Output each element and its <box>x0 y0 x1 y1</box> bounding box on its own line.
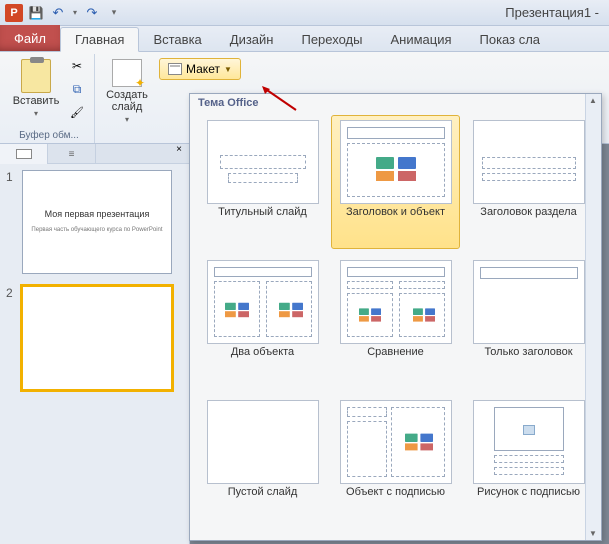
quick-access-toolbar: P ▾ ▾ <box>4 3 124 23</box>
layout-content-with-caption[interactable]: Объект с подписью <box>331 395 460 529</box>
layout-picture-with-caption[interactable]: Рисунок с подписью <box>464 395 593 529</box>
layout-label: Только заголовок <box>484 346 572 372</box>
layout-blank[interactable]: Пустой слайд <box>198 395 327 529</box>
new-slide-icon <box>112 59 142 87</box>
layout-gallery: Тема Office Титульный слайд Заголовок и … <box>189 93 602 541</box>
tab-design[interactable]: Дизайн <box>216 28 288 51</box>
undo-dropdown-icon[interactable]: ▾ <box>70 3 80 23</box>
tab-file[interactable]: Файл <box>0 25 60 51</box>
thumb-slide <box>22 286 172 390</box>
layout-two-content[interactable]: Два объекта <box>198 255 327 389</box>
qat-customize-icon[interactable]: ▾ <box>104 3 124 23</box>
layout-section-header[interactable]: Заголовок раздела <box>464 115 593 249</box>
tab-transitions[interactable]: Переходы <box>287 28 376 51</box>
title-bar: P ▾ ▾ Презентация1 - <box>0 0 609 26</box>
chevron-down-icon: ▾ <box>34 109 38 118</box>
layout-label: Сравнение <box>367 346 424 372</box>
clipboard-icon <box>21 59 51 93</box>
layout-title-and-content[interactable]: Заголовок и объект <box>331 115 460 249</box>
paste-button[interactable]: Вставить ▾ <box>10 56 62 121</box>
thumb-subtitle: Первая часть обучающего курса по PowerPo… <box>31 227 162 234</box>
thumbnail-2[interactable]: 2 <box>6 286 183 390</box>
format-painter-button[interactable] <box>66 102 88 122</box>
cut-button[interactable] <box>66 56 88 76</box>
copy-button[interactable] <box>66 79 88 99</box>
panel-tab-slides[interactable] <box>0 144 48 164</box>
panel-tab-outline[interactable]: ≡ <box>48 144 96 164</box>
thumbnails: 1 Моя первая презентация Первая часть об… <box>0 164 189 396</box>
group-clipboard: Вставить ▾ Буфер обм... <box>4 54 95 143</box>
layout-label: Объект с подписью <box>346 486 445 512</box>
window-title: Презентация1 - <box>124 5 605 20</box>
app-icon[interactable]: P <box>4 3 24 23</box>
layout-comparison[interactable]: Сравнение <box>331 255 460 389</box>
panel-close-icon[interactable]: × <box>169 144 189 163</box>
undo-icon[interactable] <box>48 3 68 23</box>
chevron-down-icon: ▼ <box>224 65 232 74</box>
new-slide-label: Создать слайд <box>106 89 148 113</box>
gallery-header: Тема Office <box>190 94 601 113</box>
layout-label: Два объекта <box>231 346 294 372</box>
tab-animation[interactable]: Анимация <box>376 28 465 51</box>
new-slide-button[interactable]: Создать слайд ▾ <box>101 56 153 127</box>
paste-label: Вставить <box>13 95 60 107</box>
layout-title-slide[interactable]: Титульный слайд <box>198 115 327 249</box>
tab-home[interactable]: Главная <box>60 27 139 52</box>
layout-label: Макет <box>186 62 220 76</box>
thumb-title: Моя первая презентация <box>45 209 150 219</box>
chevron-down-icon: ▾ <box>125 115 129 124</box>
layout-label: Пустой слайд <box>228 486 298 512</box>
tab-insert[interactable]: Вставка <box>139 28 215 51</box>
layout-label: Заголовок и объект <box>346 206 445 232</box>
ribbon-tabs: Файл Главная Вставка Дизайн Переходы Ани… <box>0 26 609 52</box>
gallery-scrollbar[interactable] <box>585 94 601 540</box>
group-clipboard-label: Буфер обм... <box>10 129 88 143</box>
thumb-number: 1 <box>6 170 16 274</box>
thumb-slide: Моя первая презентация Первая часть обуч… <box>22 170 172 274</box>
layout-label: Титульный слайд <box>218 206 307 232</box>
save-icon[interactable] <box>26 3 46 23</box>
layout-button[interactable]: Макет ▼ <box>159 58 241 80</box>
thumb-number: 2 <box>6 286 16 390</box>
layout-label: Заголовок раздела <box>480 206 576 232</box>
layout-title-only[interactable]: Только заголовок <box>464 255 593 389</box>
thumbnail-1[interactable]: 1 Моя первая презентация Первая часть об… <box>6 170 183 274</box>
layout-label: Рисунок с подписью <box>477 486 580 512</box>
panel-tabs: ≡ × <box>0 144 189 164</box>
slide-panel: ≡ × 1 Моя первая презентация Первая част… <box>0 144 190 544</box>
redo-icon[interactable] <box>82 3 102 23</box>
layout-icon <box>168 63 182 75</box>
tab-slideshow[interactable]: Показ сла <box>466 28 555 51</box>
gallery-body: Титульный слайд Заголовок и объект Загол… <box>190 113 601 537</box>
